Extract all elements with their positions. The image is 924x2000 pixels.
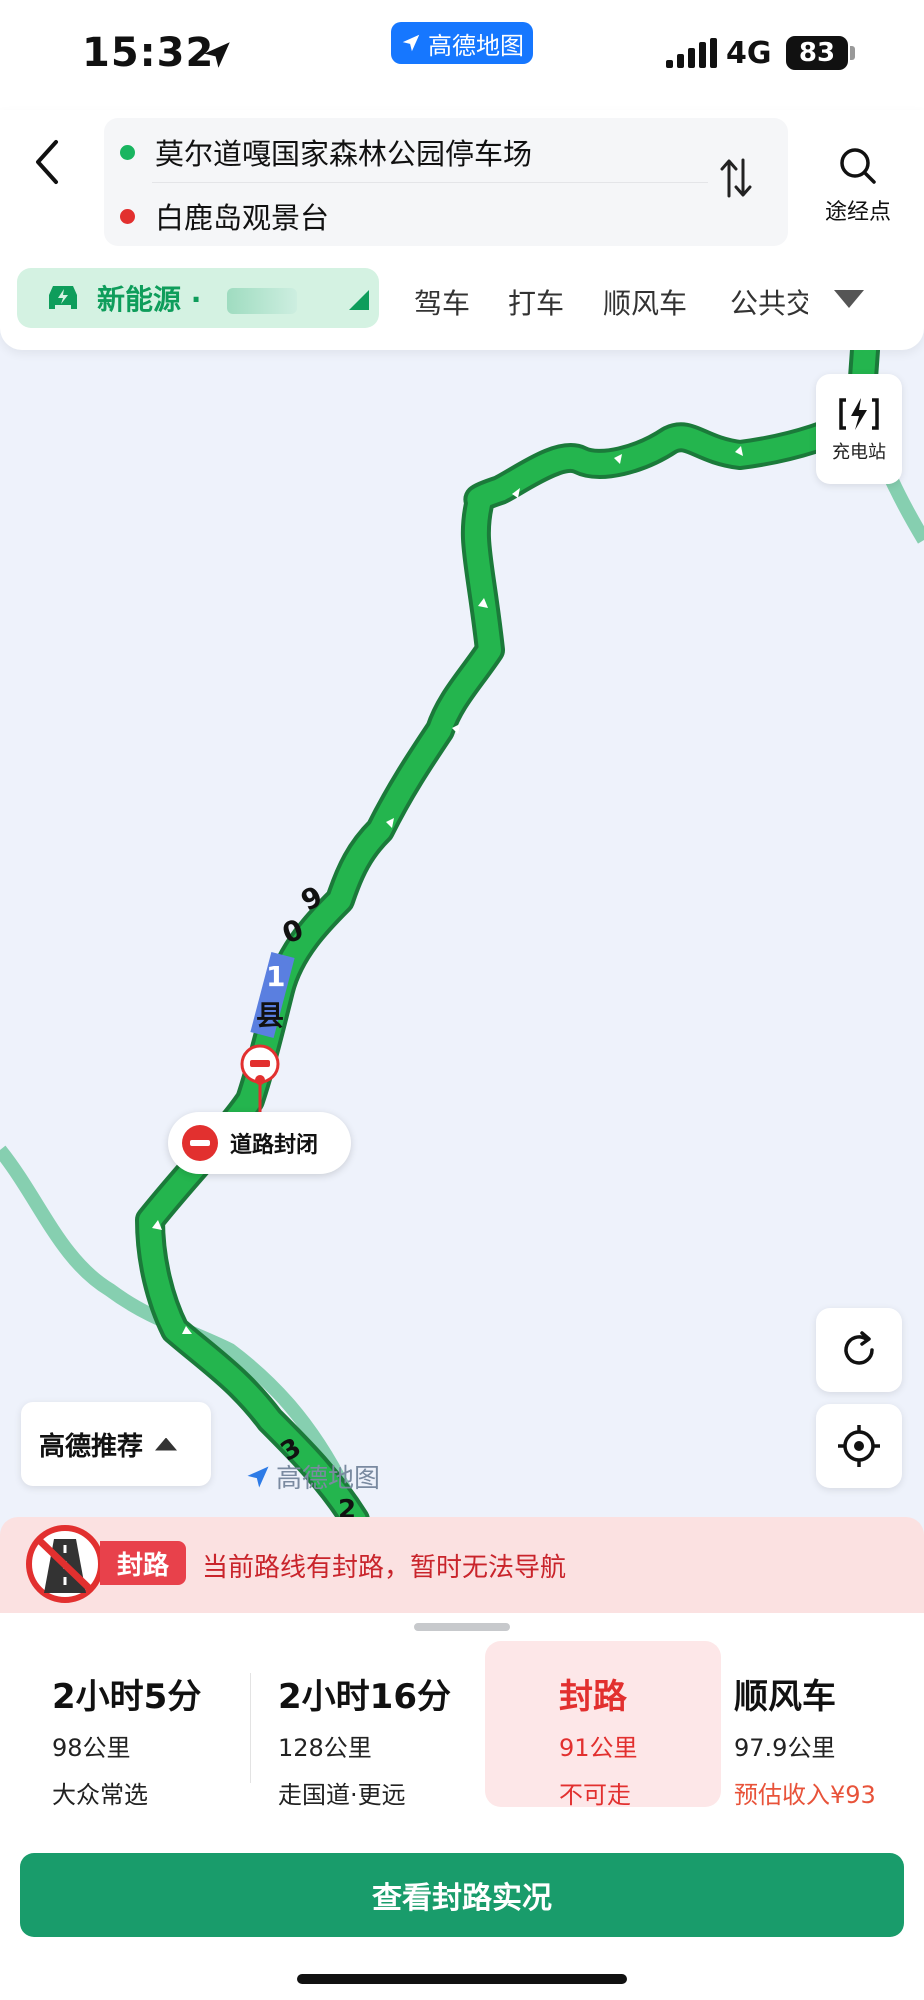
map-canvas xyxy=(0,350,924,1520)
charging-station-button[interactable]: 充电站 xyxy=(816,374,902,484)
route-input-box: 莫尔道嘎国家森林公园停车场 白鹿岛观景台 xyxy=(104,118,788,246)
origin-label: 莫尔道嘎国家森林公园停车场 xyxy=(155,137,533,171)
origin-dot xyxy=(120,144,135,160)
origin-field[interactable]: 莫尔道嘎国家森林公园停车场 xyxy=(120,122,532,182)
charging-icon xyxy=(839,398,879,430)
no-entry-icon xyxy=(182,1125,218,1161)
map-view[interactable]: 9 0 1 县 3 2 充电站 道路封闭 高德推荐 高德地图 xyxy=(0,350,924,1525)
route-option-distance: 128公里 xyxy=(278,1734,372,1762)
route-option-2[interactable]: 2小时16分 128公里 走国道·更远 xyxy=(278,1669,451,1810)
refresh-icon xyxy=(844,1331,874,1365)
route-option-desc: 走国道·更远 xyxy=(278,1781,406,1809)
direction-arrows xyxy=(152,446,743,1334)
refresh-button[interactable] xyxy=(816,1308,902,1392)
travel-mode-tabs: 新能源 · 驾车 打车 顺风车 公共交 xyxy=(0,268,924,332)
signal-icon xyxy=(666,38,717,68)
redacted-blur xyxy=(227,288,297,314)
route-option-1[interactable]: 2小时5分 98公里 大众常选 xyxy=(52,1669,201,1810)
sheet-handle[interactable] xyxy=(414,1623,510,1631)
waypoint-label: 途经点 xyxy=(824,200,891,225)
app-badge[interactable]: 高德地图 xyxy=(391,22,533,64)
battery-level: 83 xyxy=(786,36,848,70)
more-modes-chevron-icon[interactable] xyxy=(834,290,864,308)
charging-station-label: 充电站 xyxy=(832,442,886,463)
route-option-income: 预估收入¥93 xyxy=(734,1781,876,1809)
route-divider xyxy=(152,182,708,183)
amap-logo-icon xyxy=(402,34,420,52)
route-options-sheet: 2小时5分 98公里 大众常选 2小时16分 128公里 走国道·更远 封路 9… xyxy=(0,1613,924,2000)
screen: 15:32 高德地图 4G 83 莫尔道嘎国家森林公园停车场 白鹿岛观景台 途经… xyxy=(0,0,924,2000)
destination-field[interactable]: 白鹿岛观景台 xyxy=(120,186,329,246)
amap-recommend-toggle[interactable]: 高德推荐 xyxy=(21,1402,211,1486)
road-closed-icon xyxy=(26,1525,104,1603)
waypoint-button[interactable]: 途经点 xyxy=(808,144,908,226)
status-time: 15:32 xyxy=(82,30,215,76)
ev-car-icon xyxy=(49,286,77,309)
app-badge-label: 高德地图 xyxy=(428,31,524,60)
closure-tag: 封路 xyxy=(100,1541,186,1585)
route-option-closed[interactable]: 封路 91公里 不可走 xyxy=(485,1641,721,1810)
tab-carpool[interactable]: 顺风车 xyxy=(603,282,687,322)
route-option-desc: 大众常选 xyxy=(52,1781,148,1809)
amap-logo-icon xyxy=(247,1466,269,1487)
route-option-distance: 97.9公里 xyxy=(734,1734,836,1762)
swap-icon[interactable] xyxy=(718,156,754,200)
destination-dot xyxy=(120,208,135,224)
recommend-label: 高德推荐 xyxy=(39,1431,144,1462)
chevron-up-icon xyxy=(155,1437,178,1451)
battery-cap xyxy=(850,46,855,60)
route-option-distance: 98公里 xyxy=(52,1734,131,1762)
route-option-status: 封路 xyxy=(559,1677,627,1717)
location-arrow-icon xyxy=(204,42,230,68)
route-line xyxy=(139,350,876,1520)
road-closed-callout[interactable]: 道路封闭 xyxy=(168,1112,351,1174)
route-header: 莫尔道嘎国家森林公园停车场 白鹿岛观景台 途经点 新能源 · 驾车 打车 顺风车… xyxy=(0,110,924,350)
home-indicator xyxy=(297,1974,627,1984)
tab-new-energy[interactable]: 新能源 · xyxy=(17,268,379,328)
option-divider xyxy=(250,1673,251,1783)
route-option-desc: 不可走 xyxy=(559,1781,631,1809)
view-closure-button[interactable]: 查看封路实况 xyxy=(20,1853,904,1937)
network-type: 4G xyxy=(726,36,772,71)
tab-transit[interactable]: 公共交 xyxy=(730,282,808,322)
route-option-carpool[interactable]: 顺风车 97.9公里 预估收入¥93 xyxy=(734,1669,876,1810)
ev-label: 新能源 · xyxy=(97,283,202,316)
route-option-time: 2小时5分 xyxy=(52,1677,202,1717)
back-icon[interactable] xyxy=(28,128,78,198)
route-option-title: 顺风车 xyxy=(734,1677,836,1717)
road-closed-label: 道路封闭 xyxy=(230,1133,319,1158)
closure-message: 当前路线有封路，暂时无法导航 xyxy=(202,1553,567,1583)
route-option-distance: 91公里 xyxy=(559,1734,638,1762)
route-option-time: 2小时16分 xyxy=(278,1677,451,1717)
watermark-label: 高德地图 xyxy=(276,1464,381,1494)
closed-option-content: 封路 91公里 不可走 xyxy=(559,1669,638,1810)
tab-drive[interactable]: 驾车 xyxy=(414,282,470,322)
road-label-char: 1 xyxy=(266,960,286,993)
search-icon xyxy=(840,148,876,184)
map-watermark: 高德地图 xyxy=(244,1458,380,1495)
road-closure-banner[interactable]: 封路 当前路线有封路，暂时无法导航 xyxy=(0,1517,924,1613)
destination-label: 白鹿岛观景台 xyxy=(155,201,330,235)
locate-icon xyxy=(838,1425,880,1467)
ev-dropdown-icon xyxy=(349,290,369,310)
tab-taxi[interactable]: 打车 xyxy=(508,282,564,322)
road-label-char: 县 xyxy=(256,999,285,1032)
locate-me-button[interactable] xyxy=(816,1404,902,1488)
status-bar: 15:32 高德地图 4G 83 xyxy=(0,0,924,110)
route-casing xyxy=(135,350,880,1520)
